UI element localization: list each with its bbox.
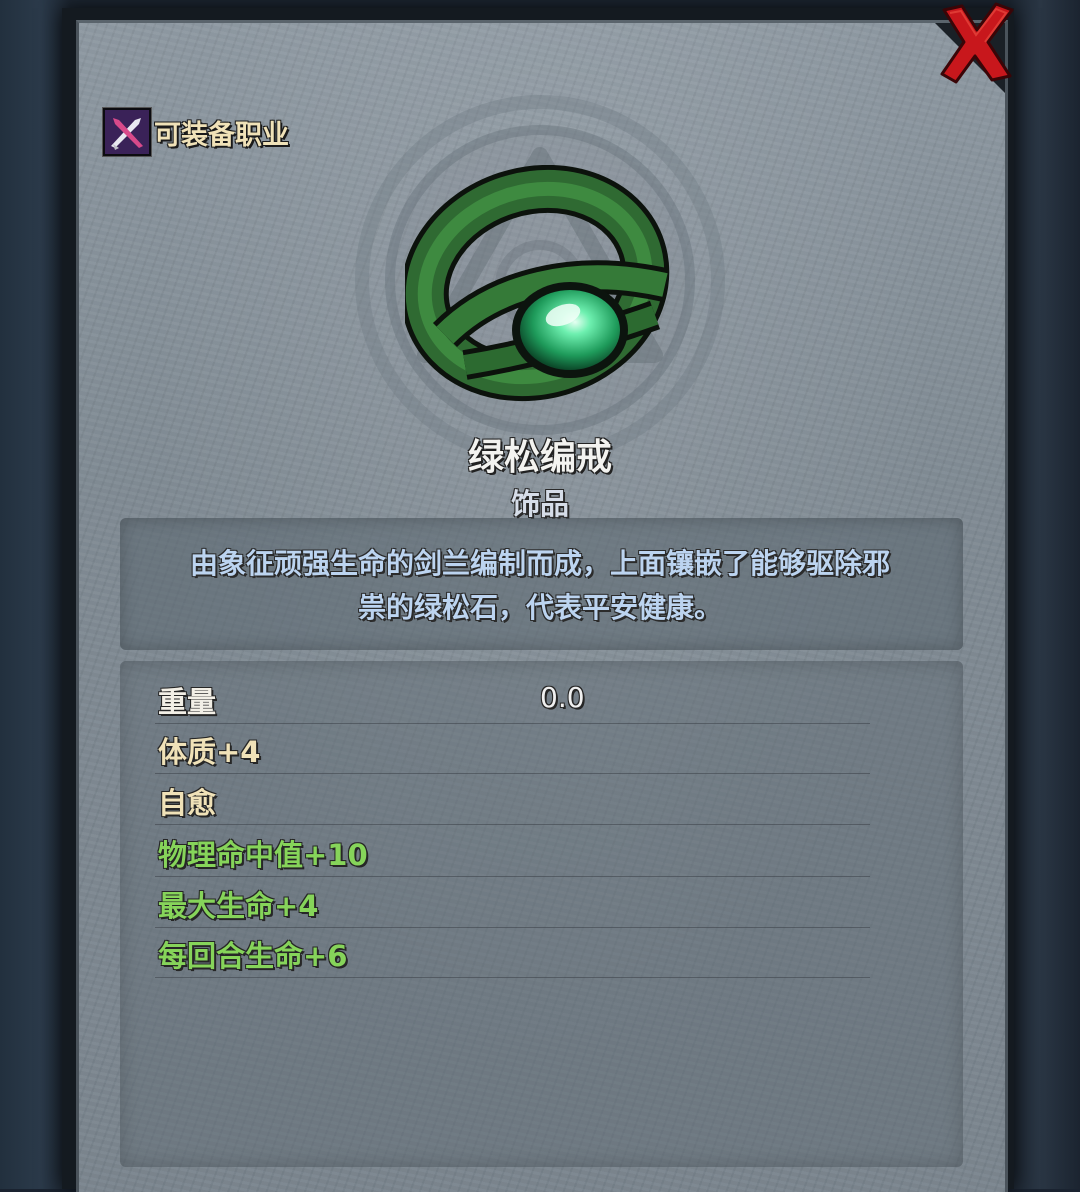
stat-label: 自愈 [158,786,217,820]
stat-row: 每回合生命+6 [155,927,870,978]
close-button[interactable] [930,0,1020,86]
green-ring-item-image[interactable] [405,165,685,415]
stat-row: 最大生命+4 [155,877,870,928]
equip-class-label: 可装备职业 [154,120,289,151]
stat-label: 物理命中值+10 [158,838,368,872]
item-type: 饰品 [510,487,569,521]
weight-label: 重量 [158,685,217,719]
item-description: 由象征顽强生命的剑兰编制而成，上面镶嵌了能够驱除邪 祟的绿松石，代表平安健康。 [160,542,920,630]
stat-label: 每回合生命+6 [158,939,348,973]
stat-row: 自愈 [155,774,870,825]
stat-row: 体质+4 [155,723,870,774]
stat-row-weight: 重量 0.0 [155,673,870,724]
weight-value: 0.0 [540,681,585,714]
close-x-icon [940,2,1014,84]
stat-label: 体质+4 [158,735,261,769]
stat-row: 物理命中值+10 [155,826,870,877]
item-name: 绿松编戒 [467,437,612,478]
description-line-2: 祟的绿松石，代表平安健康。 [357,591,722,624]
description-line-1: 由象征顽强生命的剑兰编制而成，上面镶嵌了能够驱除邪 [189,547,890,580]
crossed-swords-class-icon[interactable] [103,108,151,156]
stat-label: 最大生命+4 [158,889,319,923]
